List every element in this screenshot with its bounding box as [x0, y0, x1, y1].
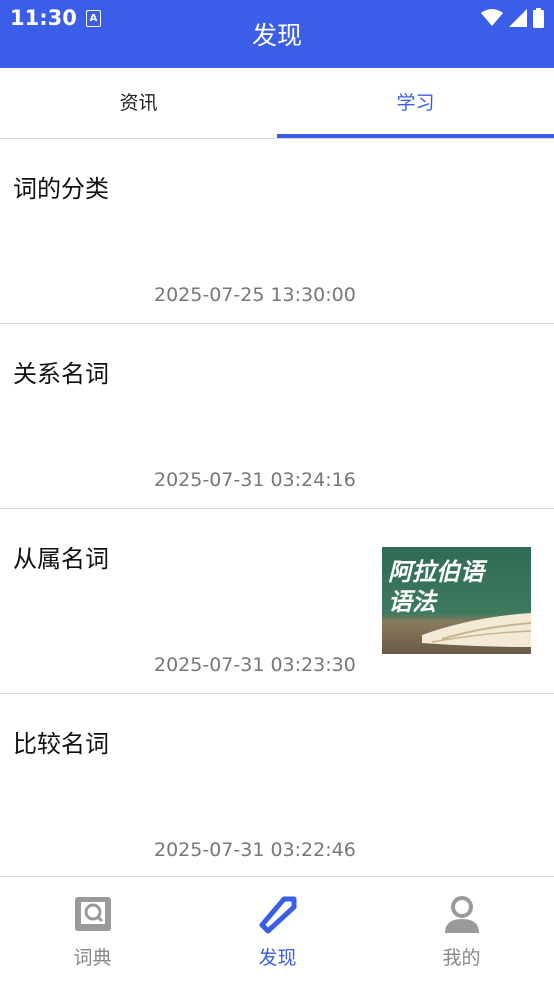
profile-icon — [445, 896, 479, 933]
article-date: 2025-07-31 03:23:30 — [154, 654, 356, 676]
nav-label: 词典 — [73, 947, 112, 969]
bottom-navigation: 词典 发现 我的 — [0, 876, 554, 985]
nav-profile[interactable]: 我的 — [369, 877, 554, 985]
article-title: 关系名词 — [13, 360, 109, 388]
article-date: 2025-07-31 03:22:46 — [154, 839, 356, 861]
tab-bar: 资讯 学习 — [0, 68, 554, 139]
nav-discover[interactable]: 发现 — [185, 877, 370, 985]
page-title: 发现 — [251, 21, 302, 50]
article-date: 2025-07-31 03:24:16 — [154, 469, 356, 491]
article-title: 词的分类 — [13, 175, 109, 203]
dictionary-icon — [75, 897, 111, 931]
app-bar: 11:30 A 发现 — [0, 0, 554, 68]
list-item[interactable]: 关系名词 2025-07-31 03:24:16 — [0, 324, 554, 509]
nav-dictionary[interactable]: 词典 — [0, 877, 185, 985]
thumbnail-text: 阿拉伯语 — [388, 557, 488, 586]
nav-label: 我的 — [442, 947, 481, 969]
nav-label: 发现 — [258, 947, 297, 969]
discover-icon — [259, 896, 297, 934]
article-date: 2025-07-25 13:30:00 — [154, 284, 356, 306]
article-thumbnail: 阿拉伯语 语法 — [382, 547, 531, 654]
list-item[interactable]: 词的分类 2025-07-25 13:30:00 — [0, 139, 554, 324]
article-title: 比较名词 — [13, 730, 109, 758]
tab-indicator — [277, 134, 554, 138]
list-item[interactable]: 从属名词 阿拉伯语 语法 2025-07-31 03:23:30 — [0, 509, 554, 694]
tab-news[interactable]: 资讯 — [0, 68, 277, 138]
svg-text:语法: 语法 — [388, 587, 439, 616]
list-item[interactable]: 比较名词 2025-07-31 03:22:46 — [0, 694, 554, 879]
article-title: 从属名词 — [13, 545, 109, 573]
article-list: 词的分类 2025-07-25 13:30:00 关系名词 2025-07-31… — [0, 139, 554, 879]
tab-study[interactable]: 学习 — [277, 68, 554, 138]
